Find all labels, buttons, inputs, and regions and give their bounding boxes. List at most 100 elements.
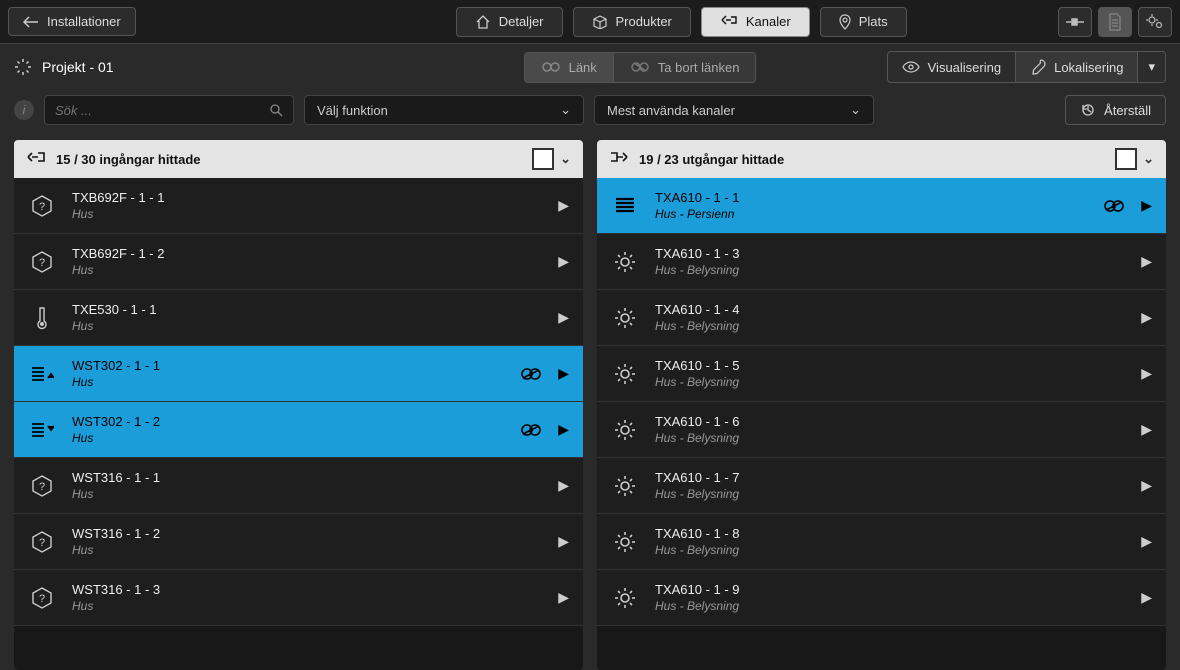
tab-location[interactable]: Plats (820, 7, 907, 37)
input-row[interactable]: ?WST316 - 1 - 2Hus▶ (14, 514, 583, 570)
row-title: WST316 - 1 - 2 (72, 526, 542, 541)
output-row[interactable]: TXA610 - 1 - 4Hus - Belysning▶ (597, 290, 1166, 346)
inputs-icon (26, 151, 46, 167)
settings-button[interactable] (1138, 7, 1172, 37)
link-button[interactable]: Länk (524, 52, 614, 83)
info-icon[interactable]: i (14, 100, 34, 120)
top-bar: Installationer Detaljer Produkter Kanale… (0, 0, 1180, 44)
play-icon[interactable]: ▶ (558, 477, 569, 494)
input-row[interactable]: TXE530 - 1 - 1 Hus ▶ (14, 290, 583, 346)
channels-icon (720, 15, 738, 29)
question-icon: ? (28, 587, 56, 609)
play-icon[interactable]: ▶ (1141, 197, 1152, 214)
row-title: TXE530 - 1 - 1 (72, 302, 542, 317)
play-icon[interactable]: ▶ (1141, 421, 1152, 438)
input-row[interactable]: ?TXB692F - 1 - 2Hus▶ (14, 234, 583, 290)
play-icon[interactable]: ▶ (1141, 253, 1152, 270)
question-icon: ? (28, 251, 56, 273)
light-icon (611, 363, 639, 385)
search-box[interactable] (44, 95, 294, 125)
project-name: Projekt - 01 (42, 59, 114, 75)
search-icon (269, 103, 283, 117)
question-icon: ? (28, 475, 56, 497)
row-text: TXA610 - 1 - 7Hus - Belysning (655, 470, 1125, 501)
input-row[interactable]: WST302 - 1 - 1Hus▶ (14, 346, 583, 402)
output-row[interactable]: TXA610 - 1 - 1Hus - Persienn▶ (597, 178, 1166, 234)
connector-button[interactable] (1058, 7, 1092, 37)
input-row[interactable]: ?WST316 - 1 - 1Hus▶ (14, 458, 583, 514)
gears-icon (1146, 14, 1164, 30)
play-icon[interactable]: ▶ (558, 533, 569, 550)
document-button[interactable] (1098, 7, 1132, 37)
row-title: WST316 - 1 - 3 (72, 582, 542, 597)
tab-products[interactable]: Produkter (573, 7, 691, 37)
select-all-checkbox[interactable] (1115, 148, 1137, 170)
input-row[interactable]: WST302 - 1 - 2Hus ▶ (14, 402, 583, 458)
chevron-down-icon: ⌄ (850, 102, 861, 118)
play-icon[interactable]: ▶ (558, 309, 569, 326)
outputs-list[interactable]: TXA610 - 1 - 1Hus - Persienn▶TXA610 - 1 … (597, 178, 1166, 670)
input-row[interactable]: ? WST316 - 1 - 3Hus ▶ (14, 570, 583, 626)
back-label: Installationer (47, 14, 121, 29)
link-badge-icon (520, 423, 542, 437)
filter-bar: i Välj funktion ⌄ Mest använda kanaler ⌄… (0, 90, 1180, 130)
blind-icon (611, 196, 639, 216)
tab-label: Plats (859, 14, 888, 29)
row-title: WST316 - 1 - 1 (72, 470, 542, 485)
inputs-list[interactable]: ?TXB692F - 1 - 1Hus▶?TXB692F - 1 - 2Hus▶… (14, 178, 583, 670)
row-subtitle: Hus (72, 319, 542, 333)
play-icon[interactable]: ▶ (558, 197, 569, 214)
tab-channels[interactable]: Kanaler (701, 7, 810, 37)
back-button[interactable]: Installationer (8, 7, 136, 36)
row-title: TXA610 - 1 - 6 (655, 414, 1125, 429)
play-icon[interactable]: ▶ (1141, 589, 1152, 606)
row-subtitle: Hus (72, 375, 504, 389)
chevron-down-icon[interactable]: ⌄ (560, 151, 571, 167)
row-subtitle: Hus - Belysning (655, 263, 1125, 277)
plug-icon (1065, 17, 1085, 27)
inputs-header-actions: ⌄ (532, 148, 571, 170)
row-text: WST316 - 1 - 3Hus (72, 582, 542, 613)
inputs-panel: 15 / 30 ingångar hittade ⌄ ?TXB692F - 1 … (14, 140, 583, 670)
output-row[interactable]: TXA610 - 1 - 7Hus - Belysning ▶ (597, 458, 1166, 514)
play-icon[interactable]: ▶ (558, 365, 569, 382)
play-icon[interactable]: ▶ (1141, 365, 1152, 382)
row-subtitle: Hus (72, 431, 504, 445)
chevron-down-icon: ⌄ (560, 102, 571, 118)
output-row[interactable]: TXA610 - 1 - 8Hus - Belysning▶ (597, 514, 1166, 570)
search-input[interactable] (55, 103, 269, 118)
reset-button[interactable]: Återställ (1065, 95, 1166, 125)
play-icon[interactable]: ▶ (1141, 533, 1152, 550)
unlink-button[interactable]: Ta bort länken (614, 52, 757, 83)
output-row[interactable]: TXA610 - 1 - 3 Hus - Belysning ▶ (597, 234, 1166, 290)
visualize-button[interactable]: Visualisering (887, 51, 1016, 83)
svg-text:?: ? (39, 593, 45, 605)
output-row[interactable]: TXA610 - 1 - 6 Hus - Belysning ▶ (597, 402, 1166, 458)
localize-button[interactable]: Lokalisering (1016, 51, 1138, 83)
localize-dropdown[interactable]: ▾ (1138, 51, 1166, 83)
row-subtitle: Hus (72, 543, 542, 557)
play-icon[interactable]: ▶ (1141, 309, 1152, 326)
select-all-checkbox[interactable] (532, 148, 554, 170)
chevron-down-icon[interactable]: ⌄ (1143, 151, 1154, 167)
tab-label: Kanaler (746, 14, 791, 29)
back-arrow-icon (23, 16, 39, 28)
row-text: WST302 - 1 - 2Hus (72, 414, 504, 445)
inputs-count: 15 / 30 ingångar hittade (56, 152, 201, 167)
row-subtitle: Hus - Belysning (655, 431, 1125, 445)
output-row[interactable]: TXA610 - 1 - 9Hus - Belysning▶ (597, 570, 1166, 626)
play-icon[interactable]: ▶ (1141, 477, 1152, 494)
play-icon[interactable]: ▶ (558, 421, 569, 438)
function-select[interactable]: Välj funktion ⌄ (304, 95, 584, 125)
play-icon[interactable]: ▶ (558, 589, 569, 606)
row-title: TXA610 - 1 - 4 (655, 302, 1125, 317)
play-icon[interactable]: ▶ (558, 253, 569, 270)
tab-label: Detaljer (499, 14, 544, 29)
channels-select[interactable]: Mest använda kanaler ⌄ (594, 95, 874, 125)
reset-icon (1080, 102, 1096, 118)
output-row[interactable]: TXA610 - 1 - 5Hus - Belysning▶ (597, 346, 1166, 402)
tab-details[interactable]: Detaljer (456, 7, 563, 37)
input-row[interactable]: ?TXB692F - 1 - 1Hus▶ (14, 178, 583, 234)
row-title: TXA610 - 1 - 3 (655, 246, 1125, 261)
row-text: TXE530 - 1 - 1 Hus (72, 302, 542, 333)
